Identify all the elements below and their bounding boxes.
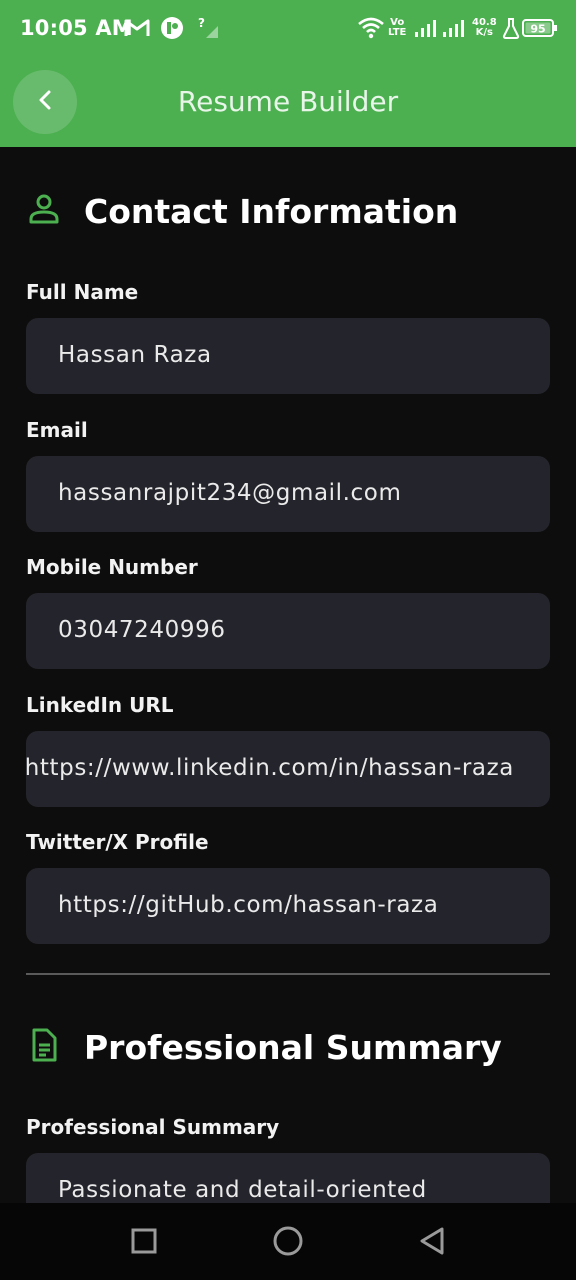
mobile-number-field[interactable]: 03047240996 <box>26 593 550 669</box>
linkedin-url-value: https://www.linkedin.com/in/hassan-raza <box>26 755 514 781</box>
lab-icon <box>502 16 520 40</box>
signal-icon <box>442 16 466 40</box>
gmail-icon <box>124 16 150 40</box>
document-icon <box>26 1027 62 1067</box>
professional-summary-label: Professional Summary <box>26 1115 280 1139</box>
battery-level: 95 <box>530 23 545 36</box>
contact-section-header: Contact Information <box>26 191 458 231</box>
status-bar: 10:05 AM ? Vo LTE 40.8 K/s 95 <box>0 0 576 58</box>
home-button[interactable] <box>268 1223 308 1263</box>
svg-text:?: ? <box>198 16 205 30</box>
twitter-profile-label: Twitter/X Profile <box>26 830 209 854</box>
linkedin-url-field[interactable]: https://www.linkedin.com/in/hassan-raza <box>26 731 550 807</box>
linkedin-url-label: LinkedIn URL <box>26 693 174 717</box>
back-triangle-icon <box>418 1226 446 1260</box>
no-sim-signal-icon: ? <box>198 16 220 40</box>
resume-form[interactable]: Contact Information Full Name Hassan Raz… <box>0 147 576 1203</box>
mobile-number-label: Mobile Number <box>26 555 198 579</box>
person-icon <box>26 191 62 231</box>
app-notification-icon <box>160 16 184 40</box>
system-nav-bar <box>0 1203 576 1280</box>
mobile-number-value: 03047240996 <box>58 617 226 643</box>
email-label: Email <box>26 418 88 442</box>
system-back-button[interactable] <box>412 1223 452 1263</box>
battery-icon: 95 <box>522 16 558 40</box>
recents-square-icon <box>130 1227 158 1259</box>
full-name-field[interactable]: Hassan Raza <box>26 318 550 394</box>
section-title: Contact Information <box>84 191 459 231</box>
wifi-icon <box>358 16 384 40</box>
email-field[interactable]: hassanrajpit234@gmail.com <box>26 456 550 532</box>
signal-icon <box>414 16 438 40</box>
professional-summary-field[interactable]: Passionate and detail-oriented <box>26 1153 550 1203</box>
page-title: Resume Builder <box>177 85 399 118</box>
status-time: 10:05 AM <box>20 16 133 40</box>
recents-button[interactable] <box>124 1223 164 1263</box>
twitter-profile-value: https://gitHub.com/hassan-raza <box>58 892 439 918</box>
volte-icon: Vo LTE <box>388 17 407 38</box>
professional-summary-value: Passionate and detail-oriented <box>58 1177 427 1203</box>
app-bar: Resume Builder <box>0 58 576 147</box>
home-circle-icon <box>272 1225 304 1261</box>
summary-section-header: Professional Summary <box>26 1027 502 1067</box>
section-divider <box>26 973 550 975</box>
twitter-profile-field[interactable]: https://gitHub.com/hassan-raza <box>26 868 550 944</box>
full-name-value: Hassan Raza <box>58 342 212 368</box>
section-title: Professional Summary <box>84 1027 502 1067</box>
network-speed: 40.8 K/s <box>472 17 497 38</box>
full-name-label: Full Name <box>26 280 139 304</box>
email-value: hassanrajpit234@gmail.com <box>58 480 402 506</box>
